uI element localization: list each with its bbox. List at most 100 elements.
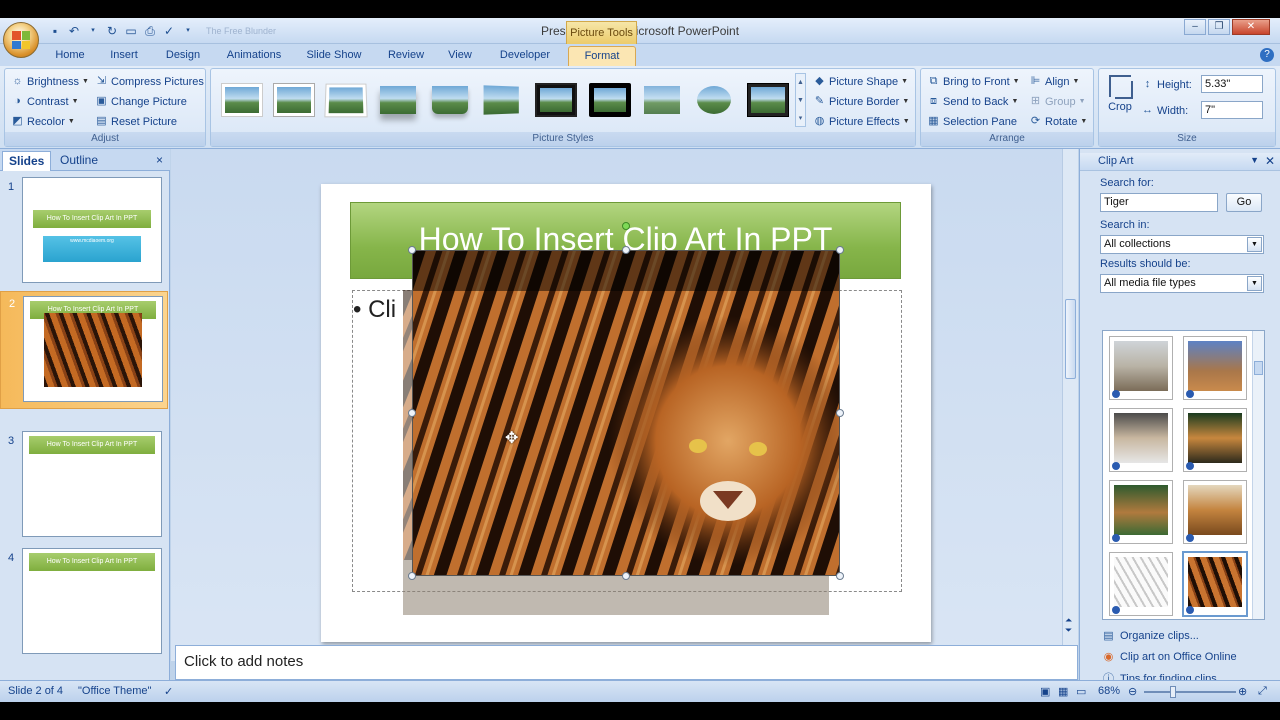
- reset-picture-button[interactable]: ▤ Reset Picture: [95, 112, 177, 131]
- compress-pictures-button[interactable]: ⇲ Compress Pictures: [95, 72, 204, 91]
- slide-thumbnail[interactable]: How To Insert Clip Art In PPT: [23, 296, 163, 402]
- results-scrollbar[interactable]: [1252, 331, 1264, 619]
- bring-to-front-button[interactable]: ⧉ Bring to Front ▼: [927, 72, 1020, 91]
- slide-thumbnail[interactable]: How To Insert Clip Art In PPT www.mcdiao…: [22, 177, 162, 283]
- close-pane-icon[interactable]: ×: [150, 151, 169, 171]
- rotate-button[interactable]: ⟳ Rotate ▼: [1029, 112, 1087, 131]
- close-icon[interactable]: ✕: [1265, 154, 1275, 168]
- crop-button[interactable]: Crop: [1103, 71, 1137, 127]
- resize-handle[interactable]: [836, 572, 844, 580]
- notes-placeholder[interactable]: Click to add notes: [184, 653, 303, 670]
- picture-style-thumb[interactable]: [693, 83, 735, 117]
- recolor-button[interactable]: ◩ Recolor ▼: [11, 112, 75, 131]
- resize-handle[interactable]: [408, 409, 416, 417]
- resize-handle[interactable]: [408, 572, 416, 580]
- clip-result[interactable]: [1109, 408, 1173, 472]
- picture-style-thumb[interactable]: [535, 83, 577, 117]
- tab-home[interactable]: Home: [48, 46, 92, 66]
- vertical-scrollbar[interactable]: ⏶ ⏷: [1062, 149, 1078, 661]
- close-button[interactable]: ✕: [1232, 19, 1270, 35]
- fit-to-window-icon[interactable]: ⤢: [1258, 685, 1267, 698]
- clip-result[interactable]: [1109, 552, 1173, 616]
- prev-next-slide-icon[interactable]: ⏶ ⏷: [1065, 615, 1072, 635]
- office-button[interactable]: [3, 22, 39, 58]
- rotate-handle[interactable]: [622, 222, 630, 230]
- width-input[interactable]: 7": [1201, 101, 1263, 119]
- brightness-button[interactable]: ☼ Brightness ▼: [11, 72, 88, 91]
- clip-info-icon[interactable]: [1112, 534, 1120, 542]
- slide-thumbnail-item[interactable]: 1 How To Insert Clip Art In PPT www.mcdi…: [0, 177, 168, 289]
- clip-result-selected[interactable]: [1182, 551, 1248, 617]
- picture-style-thumb[interactable]: [480, 82, 521, 118]
- picture-style-thumb[interactable]: [377, 83, 419, 117]
- picture-effects-button[interactable]: ◍ Picture Effects ▼: [813, 112, 910, 131]
- help-icon[interactable]: ?: [1260, 48, 1274, 62]
- spelling-status-icon[interactable]: ✓: [164, 685, 173, 698]
- tiger-clip-art-image[interactable]: [412, 250, 840, 576]
- notes-pane[interactable]: Click to add notes: [175, 645, 1078, 680]
- contrast-button[interactable]: ◑ Contrast ▼: [11, 92, 78, 111]
- tab-slides[interactable]: Slides: [2, 151, 52, 171]
- clip-info-icon[interactable]: [1186, 534, 1194, 542]
- minimize-button[interactable]: –: [1184, 19, 1206, 35]
- slide-thumbnail[interactable]: How To Insert Clip Art In PPT: [22, 548, 162, 654]
- chevron-down-icon[interactable]: ▼: [1247, 276, 1262, 291]
- tab-insert[interactable]: Insert: [102, 46, 146, 66]
- change-picture-button[interactable]: ▣ Change Picture: [95, 92, 187, 111]
- slide-thumbnail-item[interactable]: 3 How To Insert Clip Art In PPT: [0, 431, 168, 539]
- bullet-text[interactable]: • Cli: [353, 296, 396, 324]
- clip-result[interactable]: [1183, 408, 1247, 472]
- clip-info-icon[interactable]: [1112, 390, 1120, 398]
- picture-style-thumb[interactable]: [747, 83, 789, 117]
- resize-handle[interactable]: [836, 246, 844, 254]
- picture-style-thumb[interactable]: [273, 83, 315, 117]
- picture-style-thumb[interactable]: [221, 83, 263, 117]
- zoom-level[interactable]: 68%: [1098, 685, 1120, 697]
- resize-handle[interactable]: [836, 409, 844, 417]
- tab-format[interactable]: Format: [568, 46, 636, 66]
- clip-info-icon[interactable]: [1112, 462, 1120, 470]
- clip-info-icon[interactable]: [1186, 390, 1194, 398]
- zoom-out-icon[interactable]: ⊖: [1128, 685, 1137, 698]
- styles-gallery-scroll[interactable]: ▲ ▼ ▾: [795, 73, 806, 127]
- clip-result[interactable]: [1183, 480, 1247, 544]
- clip-result[interactable]: [1109, 336, 1173, 400]
- slide-thumbnail[interactable]: How To Insert Clip Art In PPT: [22, 431, 162, 537]
- tab-developer[interactable]: Developer: [494, 46, 556, 66]
- resize-handle[interactable]: [622, 246, 630, 254]
- tab-review[interactable]: Review: [384, 46, 428, 66]
- tab-view[interactable]: View: [442, 46, 478, 66]
- search-in-select[interactable]: All collections ▼: [1100, 235, 1264, 254]
- picture-style-thumb[interactable]: [324, 83, 368, 118]
- group-button[interactable]: ⊞ Group ▼: [1029, 92, 1086, 111]
- tab-slide-show[interactable]: Slide Show: [302, 46, 366, 66]
- slide-thumbnail-item-selected[interactable]: 2 How To Insert Clip Art In PPT: [0, 291, 168, 409]
- resize-handle[interactable]: [622, 572, 630, 580]
- normal-view-icon[interactable]: ▣: [1040, 685, 1050, 698]
- zoom-slider-thumb[interactable]: [1170, 686, 1176, 698]
- picture-style-thumb[interactable]: [429, 83, 471, 117]
- clip-search-input[interactable]: Tiger: [1100, 193, 1218, 212]
- clip-result[interactable]: [1183, 336, 1247, 400]
- picture-style-thumb[interactable]: [641, 83, 683, 117]
- scroll-thumb[interactable]: [1254, 361, 1263, 375]
- slide-show-icon[interactable]: ▭: [1076, 685, 1086, 698]
- tab-outline[interactable]: Outline: [54, 151, 104, 171]
- zoom-in-icon[interactable]: ⊕: [1238, 685, 1247, 698]
- scroll-thumb[interactable]: [1065, 299, 1076, 379]
- restore-button[interactable]: ❐: [1208, 19, 1230, 35]
- height-input[interactable]: 5.33": [1201, 75, 1263, 93]
- align-button[interactable]: ⊫ Align ▼: [1029, 72, 1080, 91]
- tab-design[interactable]: Design: [158, 46, 208, 66]
- organize-clips-link[interactable]: ▤ Organize clips...: [1102, 628, 1199, 644]
- tab-animations[interactable]: Animations: [222, 46, 286, 66]
- zoom-slider[interactable]: [1144, 686, 1236, 698]
- picture-shape-button[interactable]: ◆ Picture Shape ▼: [813, 72, 908, 91]
- pane-options-icon[interactable]: ▼: [1250, 155, 1259, 165]
- picture-style-thumb[interactable]: [589, 83, 631, 117]
- resize-handle[interactable]: [408, 246, 416, 254]
- chevron-down-icon[interactable]: ▼: [1247, 237, 1262, 252]
- clip-info-icon[interactable]: [1186, 606, 1194, 614]
- send-to-back-button[interactable]: ⧈ Send to Back ▼: [927, 92, 1018, 111]
- slide-thumbnail-item[interactable]: 4 How To Insert Clip Art In PPT: [0, 548, 168, 656]
